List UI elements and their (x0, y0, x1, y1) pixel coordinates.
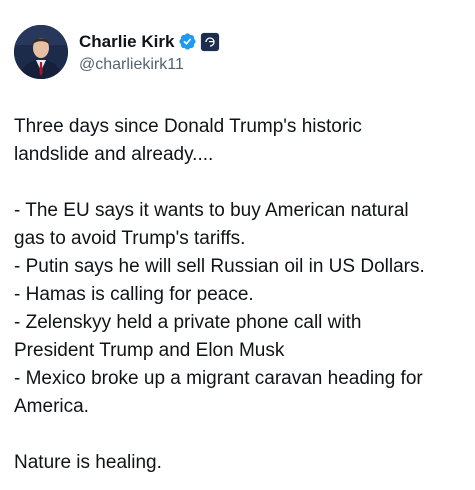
tweet-header: Charlie Kirk @charliekirk11 (14, 25, 220, 79)
tweet-line: Three days since Donald Trump's historic (14, 116, 362, 137)
tweet-line: America. (14, 396, 89, 417)
paragraph-break (14, 169, 466, 197)
tweet-line: - Hamas is calling for peace. (14, 284, 254, 305)
avatar-image (14, 25, 68, 79)
tweet-line: - Zelenskyy held a private phone call wi… (14, 312, 362, 333)
paragraph-break (14, 421, 466, 449)
avatar[interactable] (14, 25, 68, 79)
verified-badge-icon[interactable] (178, 32, 197, 51)
organization-badge-icon[interactable] (201, 32, 220, 51)
tweet-card: Charlie Kirk @charliekirk11 Three days s… (0, 0, 475, 490)
author-handle[interactable]: @charliekirk11 (79, 56, 219, 74)
tweet-line: landslide and already.... (14, 144, 214, 165)
tweet-line: Nature is healing. (14, 452, 162, 473)
tweet-text: Three days since Donald Trump's historic… (14, 113, 466, 477)
tweet-line: gas to avoid Trump's tariffs. (14, 228, 246, 249)
tweet-line: - Mexico broke up a migrant caravan head… (14, 368, 423, 389)
tweet-line: President Trump and Elon Musk (14, 340, 285, 361)
tweet-line: - Putin says he will sell Russian oil in… (14, 256, 425, 277)
author-names: Charlie Kirk @charliekirk11 (79, 31, 220, 74)
name-row: Charlie Kirk (79, 31, 220, 53)
author-display-name[interactable]: Charlie Kirk (79, 32, 174, 52)
tweet-line: - The EU says it wants to buy American n… (14, 200, 409, 221)
